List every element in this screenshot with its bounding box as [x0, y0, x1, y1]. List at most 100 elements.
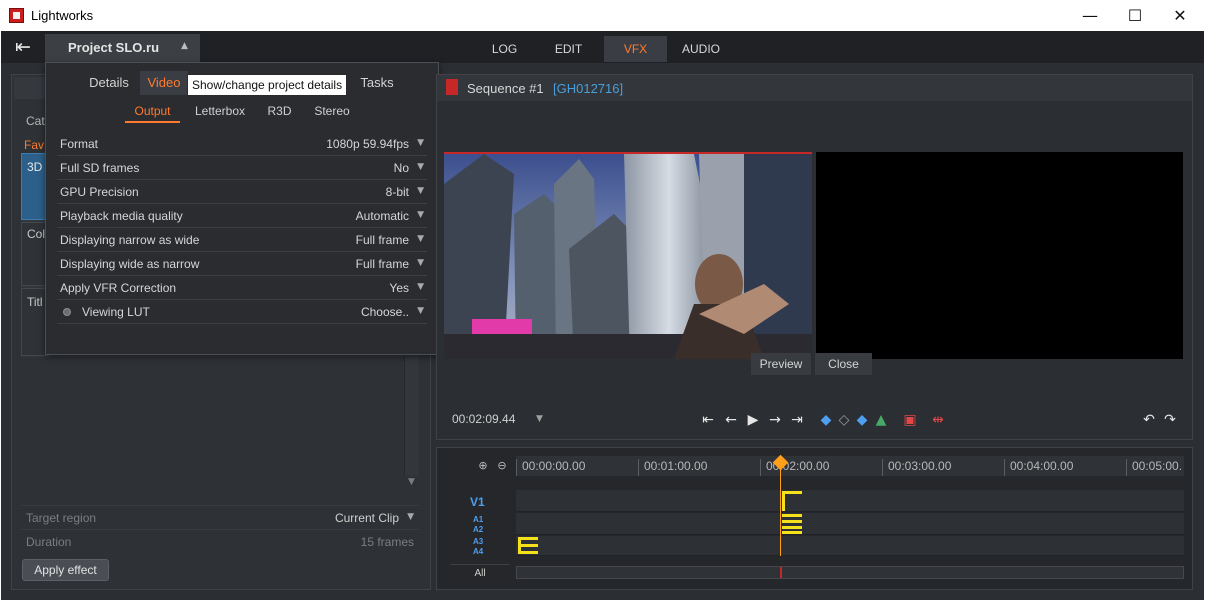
replace-icon[interactable]: ⇹: [928, 410, 948, 430]
clip-marker[interactable]: [518, 537, 538, 540]
subtab-r3d[interactable]: R3D: [262, 101, 297, 123]
video-preview[interactable]: [444, 152, 812, 359]
clip-marker[interactable]: [782, 491, 802, 494]
tooltip: Show/change project details: [187, 74, 348, 96]
minimize-button[interactable]: —: [1067, 0, 1113, 31]
setting-narrow-as-wide[interactable]: Displaying narrow as wide Full frame ▼: [57, 229, 427, 252]
clip-marker[interactable]: [782, 520, 802, 523]
go-to-end-icon[interactable]: ⇥: [787, 410, 807, 430]
dropdown-arrow-icon[interactable]: ▼: [417, 234, 424, 244]
setting-label: GPU Precision: [60, 185, 139, 199]
track-a3-a4[interactable]: [516, 536, 1184, 556]
setting-label: Displaying wide as narrow: [60, 257, 200, 271]
redo-icon[interactable]: ↷: [1160, 410, 1180, 430]
lut-toggle-icon[interactable]: [63, 308, 71, 316]
project-collapse-icon[interactable]: ▲: [181, 41, 188, 51]
go-to-start-icon[interactable]: ⇤: [698, 410, 718, 430]
dropdown-arrow-icon[interactable]: ▼: [417, 186, 424, 196]
close-preview-button[interactable]: Close: [815, 353, 872, 375]
zoom-out-icon[interactable]: ⊖: [495, 459, 509, 473]
duration-row: Duration 15 frames: [21, 529, 419, 553]
apply-effect-button[interactable]: Apply effect: [22, 559, 109, 581]
dropdown-arrow-icon[interactable]: ▼: [417, 138, 424, 148]
popup-tab-details[interactable]: Details: [83, 71, 135, 95]
insert-icon[interactable]: ▣: [900, 410, 920, 430]
subtab-letterbox[interactable]: Letterbox: [189, 101, 251, 123]
track-label-v1[interactable]: V1: [470, 495, 485, 509]
window-titlebar: Lightworks — ☐ ✕: [0, 0, 1205, 31]
window-title: Lightworks: [31, 8, 94, 23]
setting-full-sd-frames[interactable]: Full SD frames No ▼: [57, 157, 427, 180]
video-frame-image: [444, 154, 812, 359]
zoom-in-icon[interactable]: ⊕: [476, 459, 490, 473]
subtab-stereo[interactable]: Stereo: [308, 101, 356, 123]
timecode-dropdown-icon[interactable]: ▼: [536, 414, 543, 424]
setting-wide-as-narrow[interactable]: Displaying wide as narrow Full frame ▼: [57, 253, 427, 276]
setting-label: Apply VFR Correction: [60, 281, 177, 295]
exit-project-icon[interactable]: ⇤: [8, 34, 38, 60]
all-tracks-button[interactable]: All: [450, 564, 510, 582]
setting-playback-quality[interactable]: Playback media quality Automatic ▼: [57, 205, 427, 228]
secondary-viewer[interactable]: [816, 152, 1183, 359]
setting-label: Full SD frames: [60, 161, 140, 175]
track-label-a2[interactable]: A2: [473, 525, 483, 534]
dropdown-arrow-icon[interactable]: ▼: [417, 210, 424, 220]
target-region-dropdown-icon[interactable]: ▼: [407, 512, 414, 522]
step-forward-icon[interactable]: →: [765, 410, 785, 430]
dropdown-arrow-icon[interactable]: ▼: [417, 306, 424, 316]
category-label: 3D: [27, 160, 43, 174]
duration-label: Duration: [26, 535, 72, 549]
undo-icon[interactable]: ↶: [1139, 410, 1159, 430]
clip-marker[interactable]: [518, 537, 521, 554]
subtab-output[interactable]: Output: [125, 101, 180, 123]
clip-marker[interactable]: [782, 531, 802, 534]
close-window-button[interactable]: ✕: [1157, 0, 1203, 31]
dropdown-arrow-icon[interactable]: ▼: [417, 282, 424, 292]
favourites-label[interactable]: Fav: [24, 138, 44, 152]
tab-vfx[interactable]: VFX: [604, 36, 667, 62]
project-tab[interactable]: Project SLO.ru ▲: [45, 34, 200, 62]
target-region-row[interactable]: Target region Current Clip ▼: [21, 505, 419, 529]
sequence-color-swatch: [446, 79, 458, 95]
timeline-ruler[interactable]: [516, 456, 1184, 476]
play-icon[interactable]: ▶: [743, 410, 763, 430]
mark-in-icon[interactable]: ◆: [816, 410, 836, 430]
scroll-down-icon[interactable]: ▼: [404, 477, 419, 492]
track-label-a1[interactable]: A1: [473, 515, 483, 524]
tab-edit[interactable]: EDIT: [541, 36, 596, 62]
ruler-tick: 00:04:00.00: [1004, 459, 1073, 476]
step-back-icon[interactable]: ←: [721, 410, 741, 430]
dropdown-arrow-icon[interactable]: ▼: [417, 162, 424, 172]
timeline-scrollbar[interactable]: [516, 566, 1184, 579]
mark-out-icon[interactable]: ◆: [852, 410, 872, 430]
track-v1[interactable]: [516, 490, 1184, 512]
category-label: Col: [27, 227, 46, 241]
tab-audio[interactable]: AUDIO: [672, 36, 730, 62]
sequence-title: Sequence #1: [467, 81, 544, 96]
clip-marker[interactable]: [782, 514, 802, 517]
setting-format[interactable]: Format 1080p 59.94fps ▼: [57, 133, 427, 156]
setting-vfr-correction[interactable]: Apply VFR Correction Yes ▼: [57, 277, 427, 300]
playhead[interactable]: [780, 460, 781, 556]
popup-tab-video[interactable]: Video: [140, 71, 188, 95]
track-a1-a2[interactable]: [516, 513, 1184, 535]
setting-gpu-precision[interactable]: GPU Precision 8-bit ▼: [57, 181, 427, 204]
setting-viewing-lut[interactable]: Viewing LUT Choose.. ▼: [57, 301, 427, 324]
clip-marker[interactable]: [518, 544, 538, 547]
cue-icon[interactable]: ▲: [871, 410, 891, 430]
clip-marker[interactable]: [518, 551, 538, 554]
tab-log[interactable]: LOG: [477, 36, 532, 62]
mark-clear-icon[interactable]: ◇: [834, 410, 854, 430]
maximize-button[interactable]: ☐: [1112, 0, 1158, 31]
preview-button[interactable]: Preview: [751, 353, 811, 375]
timecode-display[interactable]: 00:02:09.44: [452, 412, 515, 426]
track-label-a4[interactable]: A4: [473, 547, 483, 556]
target-region-value: Current Clip: [334, 511, 399, 525]
ruler-tick: 00:05:00.: [1126, 459, 1184, 476]
popup-tab-tasks[interactable]: Tasks: [356, 71, 398, 95]
setting-value: Choose..: [360, 305, 409, 319]
clip-marker[interactable]: [782, 491, 785, 511]
track-label-a3[interactable]: A3: [473, 537, 483, 546]
dropdown-arrow-icon[interactable]: ▼: [417, 258, 424, 268]
clip-marker[interactable]: [782, 526, 802, 529]
